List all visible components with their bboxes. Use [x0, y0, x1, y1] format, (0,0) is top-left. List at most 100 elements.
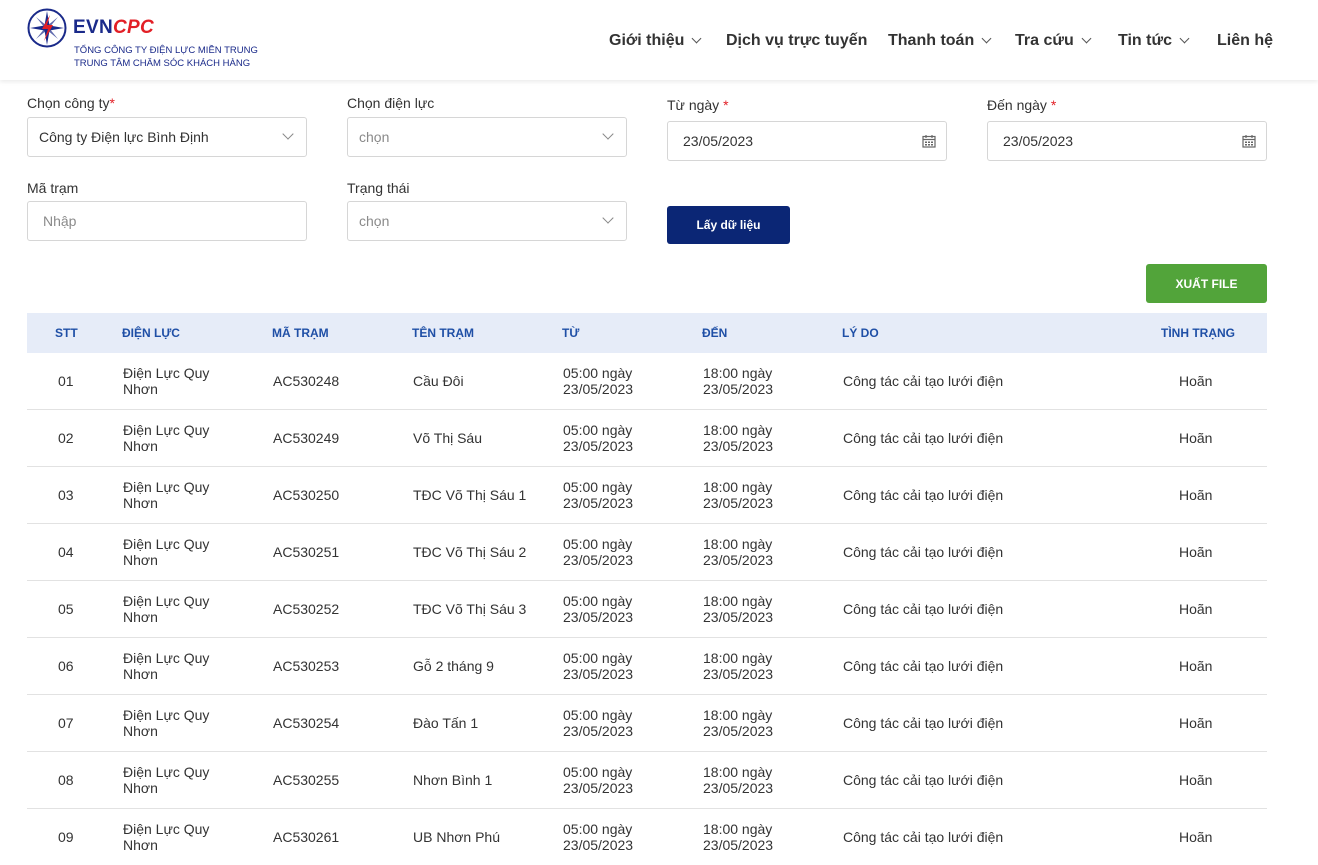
to-date-input[interactable]: 23/05/2023 — [987, 121, 1267, 161]
cell-stt: 07 — [58, 715, 74, 731]
chevron-down-icon — [282, 128, 294, 140]
chevron-down-icon — [691, 33, 702, 43]
cell-tu: 05:00 ngày 23/05/2023 — [563, 707, 634, 739]
chevron-down-icon — [602, 128, 614, 140]
status-select[interactable]: chọn — [347, 201, 627, 241]
table-row[interactable]: 09 Điện Lực Quy Nhơn AC530261 UB Nhơn Phú… — [27, 809, 1267, 865]
brand-name: EVNCPC — [73, 17, 154, 38]
cell-tinh-trang: Hoãn — [1179, 544, 1213, 560]
company-select[interactable]: Công ty Điện lực Bình Định — [27, 117, 307, 157]
from-date-label: Từ ngày * — [667, 97, 729, 113]
cell-ma-tram: AC530249 — [273, 430, 340, 446]
cell-dien-luc: Điện Lực Quy Nhơn — [123, 593, 210, 625]
table-row[interactable]: 06 Điện Lực Quy Nhơn AC530253 Gỗ 2 tháng … — [27, 638, 1267, 695]
cell-stt: 03 — [58, 487, 74, 503]
cell-ten-tram: Đào Tấn 1 — [413, 715, 479, 731]
cell-dien-luc: Điện Lực Quy Nhơn — [123, 365, 210, 397]
cell-stt: 01 — [58, 373, 74, 389]
header-den: ĐẾN — [702, 326, 728, 340]
table-row[interactable]: 01 Điện Lực Quy Nhơn AC530248 Cầu Đôi 05:… — [27, 353, 1267, 410]
brand-subtitle-2: TRUNG TÂM CHĂM SÓC KHÁCH HÀNG — [74, 58, 251, 69]
header-ten-tram: TÊN TRẠM — [412, 326, 474, 340]
cell-ly-do: Công tác cải tạo lưới điện — [843, 487, 1004, 503]
cell-tu: 05:00 ngày 23/05/2023 — [563, 821, 634, 853]
cell-tinh-trang: Hoãn — [1179, 487, 1213, 503]
cell-ly-do: Công tác cải tạo lưới điện — [843, 373, 1004, 389]
cell-ma-tram: AC530253 — [273, 658, 340, 674]
cell-stt: 06 — [58, 658, 74, 674]
cell-den: 18:00 ngày 23/05/2023 — [703, 650, 774, 682]
cell-tu: 05:00 ngày 23/05/2023 — [563, 536, 634, 568]
nav-item-gioi-thieu[interactable]: Giới thiệu — [609, 30, 702, 52]
nav-item-thanh-toan[interactable]: Thanh toán — [888, 30, 992, 52]
outage-table: STT ĐIỆN LỰC MÃ TRẠM TÊN TRẠM TỪ ĐẾN LÝ … — [27, 313, 1267, 865]
cell-ten-tram: UB Nhơn Phú — [413, 829, 501, 845]
cell-ma-tram: AC530252 — [273, 601, 340, 617]
calendar-icon[interactable] — [1242, 134, 1256, 148]
cell-ten-tram: Cầu Đôi — [413, 373, 464, 389]
cell-ma-tram: AC530254 — [273, 715, 340, 731]
cell-den: 18:00 ngày 23/05/2023 — [703, 821, 774, 853]
cell-ly-do: Công tác cải tạo lưới điện — [843, 772, 1004, 788]
cell-ten-tram: Nhơn Bình 1 — [413, 772, 493, 788]
nav-item-tra-cuu[interactable]: Tra cứu — [1015, 30, 1092, 52]
station-code-input[interactable]: Nhập — [27, 201, 307, 241]
cell-ma-tram: AC530251 — [273, 544, 340, 560]
chevron-down-icon — [981, 33, 992, 43]
cell-ly-do: Công tác cải tạo lưới điện — [843, 829, 1004, 845]
chevron-down-icon — [1081, 33, 1092, 43]
cell-stt: 08 — [58, 772, 74, 788]
cell-ly-do: Công tác cải tạo lưới điện — [843, 658, 1004, 674]
cell-den: 18:00 ngày 23/05/2023 — [703, 422, 774, 454]
cell-tinh-trang: Hoãn — [1179, 373, 1213, 389]
table-row[interactable]: 02 Điện Lực Quy Nhơn AC530249 Võ Thị Sáu … — [27, 410, 1267, 467]
power-unit-label: Chọn điện lực — [347, 95, 435, 111]
table-row[interactable]: 07 Điện Lực Quy Nhơn AC530254 Đào Tấn 1 0… — [27, 695, 1267, 752]
header-dien-luc: ĐIỆN LỰC — [122, 326, 180, 340]
cell-dien-luc: Điện Lực Quy Nhơn — [123, 479, 210, 511]
header-ly-do: LÝ DO — [842, 326, 879, 340]
nav-item-tin-tuc[interactable]: Tin tức — [1118, 30, 1190, 52]
cell-ly-do: Công tác cải tạo lưới điện — [843, 715, 1004, 731]
cell-tu: 05:00 ngày 23/05/2023 — [563, 479, 634, 511]
table-body: 01 Điện Lực Quy Nhơn AC530248 Cầu Đôi 05:… — [27, 353, 1267, 865]
cell-ten-tram: Gỗ 2 tháng 9 — [413, 658, 494, 674]
station-code-label: Mã trạm — [27, 180, 79, 196]
site-header: EVNCPC TỔNG CÔNG TY ĐIỆN LỰC MIỀN TRUNG … — [0, 0, 1318, 80]
cell-tinh-trang: Hoãn — [1179, 772, 1213, 788]
calendar-icon[interactable] — [922, 134, 936, 148]
cell-den: 18:00 ngày 23/05/2023 — [703, 479, 774, 511]
fetch-data-button[interactable]: Lấy dữ liệu — [667, 206, 790, 244]
cell-tinh-trang: Hoãn — [1179, 715, 1213, 731]
cell-dien-luc: Điện Lực Quy Nhơn — [123, 536, 210, 568]
cell-ten-tram: TĐC Võ Thị Sáu 1 — [413, 487, 527, 503]
table-row[interactable]: 08 Điện Lực Quy Nhơn AC530255 Nhơn Bình 1… — [27, 752, 1267, 809]
nav-item-dich-vu-truc-tuyen[interactable]: Dịch vụ trực tuyến — [726, 30, 867, 52]
cell-dien-luc: Điện Lực Quy Nhơn — [123, 707, 210, 739]
header-stt: STT — [55, 326, 78, 340]
evncpc-logo[interactable]: EVNCPC TỔNG CÔNG TY ĐIỆN LỰC MIỀN TRUNG … — [27, 8, 267, 72]
cell-ten-tram: Võ Thị Sáu — [413, 430, 483, 446]
nav-item-lien-he[interactable]: Liên hệ — [1217, 30, 1273, 52]
cell-ma-tram: AC530248 — [273, 373, 340, 389]
power-unit-select[interactable]: chọn — [347, 117, 627, 157]
cell-ten-tram: TĐC Võ Thị Sáu 2 — [413, 544, 527, 560]
cell-den: 18:00 ngày 23/05/2023 — [703, 707, 774, 739]
cell-tinh-trang: Hoãn — [1179, 829, 1213, 845]
header-ma-tram: MÃ TRẠM — [272, 326, 329, 340]
cell-tu: 05:00 ngày 23/05/2023 — [563, 422, 634, 454]
from-date-input[interactable]: 23/05/2023 — [667, 121, 947, 161]
cell-ly-do: Công tác cải tạo lưới điện — [843, 601, 1004, 617]
table-row[interactable]: 03 Điện Lực Quy Nhơn AC530250 TĐC Võ Thị … — [27, 467, 1267, 524]
cell-tinh-trang: Hoãn — [1179, 601, 1213, 617]
header-tinh-trang: TÌNH TRẠNG — [1161, 326, 1235, 340]
evn-star-icon — [27, 8, 67, 48]
cell-stt: 04 — [58, 544, 74, 560]
table-row[interactable]: 04 Điện Lực Quy Nhơn AC530251 TĐC Võ Thị … — [27, 524, 1267, 581]
cell-stt: 02 — [58, 430, 74, 446]
cell-ly-do: Công tác cải tạo lưới điện — [843, 430, 1004, 446]
table-row[interactable]: 05 Điện Lực Quy Nhơn AC530252 TĐC Võ Thị … — [27, 581, 1267, 638]
cell-tu: 05:00 ngày 23/05/2023 — [563, 593, 634, 625]
export-file-button[interactable]: XUẤT FILE — [1146, 264, 1267, 303]
cell-dien-luc: Điện Lực Quy Nhơn — [123, 821, 210, 853]
